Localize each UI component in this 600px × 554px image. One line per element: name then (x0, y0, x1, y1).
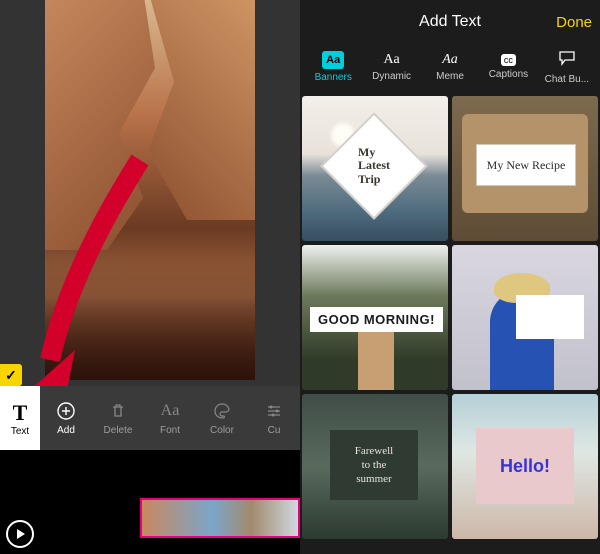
text-style-tabs: Aa Banners Aa Dynamic Aa Meme cc Caption… (300, 44, 600, 96)
toolbar-font-label: Font (160, 425, 180, 436)
panel-header: Add Text Done (300, 0, 600, 44)
tab-captions-label: Captions (489, 69, 528, 80)
timeline-area (0, 450, 300, 554)
sliders-icon (264, 401, 284, 421)
banner-tile-qa[interactable]: Q&A (452, 245, 598, 390)
play-button[interactable] (6, 520, 34, 548)
toolbar-font[interactable]: Aa Font (144, 386, 196, 450)
banner-gallery: My Latest Trip My New Recipe GOOD MORNIN… (300, 96, 600, 554)
tile-label: My New Recipe (476, 144, 576, 186)
captions-icon: cc (501, 54, 516, 66)
tile-label: My Latest Trip (336, 128, 412, 204)
banners-icon: Aa (322, 51, 344, 69)
tab-text[interactable]: T Text (0, 386, 40, 450)
tile-label: Hello! (476, 428, 574, 504)
plus-icon (56, 401, 76, 421)
meme-icon: Aa (442, 52, 458, 68)
toolbar-delete-label: Delete (104, 425, 133, 436)
toolbar-color[interactable]: Color (196, 386, 248, 450)
banner-tile-my-latest-trip[interactable]: My Latest Trip (302, 96, 448, 241)
tile-label: Farewell to the summer (330, 430, 418, 500)
toolbar-add[interactable]: Add (40, 386, 92, 450)
toolbar-custom[interactable]: Cu (248, 386, 300, 450)
panel-title: Add Text (419, 13, 481, 31)
tab-dynamic[interactable]: Aa Dynamic (362, 44, 420, 90)
tab-captions[interactable]: cc Captions (479, 44, 537, 90)
toolbar-delete[interactable]: Delete (92, 386, 144, 450)
font-icon: Aa (160, 401, 180, 421)
tile-label: Q&A (516, 295, 584, 339)
tab-chat-bubble[interactable]: Chat Bu... (538, 44, 596, 90)
tab-meme[interactable]: Aa Meme (421, 44, 479, 90)
tile-label: GOOD MORNING! (310, 307, 443, 332)
timeline-clip[interactable] (140, 498, 300, 538)
palette-icon (212, 401, 232, 421)
tab-dynamic-label: Dynamic (372, 71, 411, 82)
tab-banners[interactable]: Aa Banners (304, 44, 362, 90)
text-icon: T (13, 400, 28, 426)
tab-banners-label: Banners (315, 72, 352, 83)
tab-chat-label: Chat Bu... (545, 74, 589, 85)
toolbar-add-label: Add (57, 425, 75, 436)
confirm-check-button[interactable]: ✓ (0, 364, 22, 386)
toolbar-custom-label: Cu (268, 425, 281, 436)
add-text-panel: Add Text Done Aa Banners Aa Dynamic Aa M… (300, 0, 600, 554)
tab-text-label: Text (11, 426, 29, 437)
banner-tile-farewell-summer[interactable]: Farewell to the summer (302, 394, 448, 539)
editor-panel: ✓ T Text Add Delete Aa Font Color (0, 0, 300, 554)
dynamic-icon: Aa (383, 52, 399, 68)
banner-tile-my-new-recipe[interactable]: My New Recipe (452, 96, 598, 241)
tab-meme-label: Meme (436, 71, 464, 82)
done-button[interactable]: Done (556, 14, 592, 31)
banner-tile-good-morning[interactable]: GOOD MORNING! (302, 245, 448, 390)
toolbar-color-label: Color (210, 425, 234, 436)
trash-icon (108, 401, 128, 421)
text-toolbar: T Text Add Delete Aa Font Color (0, 386, 300, 450)
banner-tile-hello[interactable]: Hello! (452, 394, 598, 539)
chat-icon (558, 50, 576, 71)
check-icon: ✓ (5, 367, 17, 384)
video-frame[interactable] (45, 0, 255, 380)
play-icon (17, 529, 25, 539)
